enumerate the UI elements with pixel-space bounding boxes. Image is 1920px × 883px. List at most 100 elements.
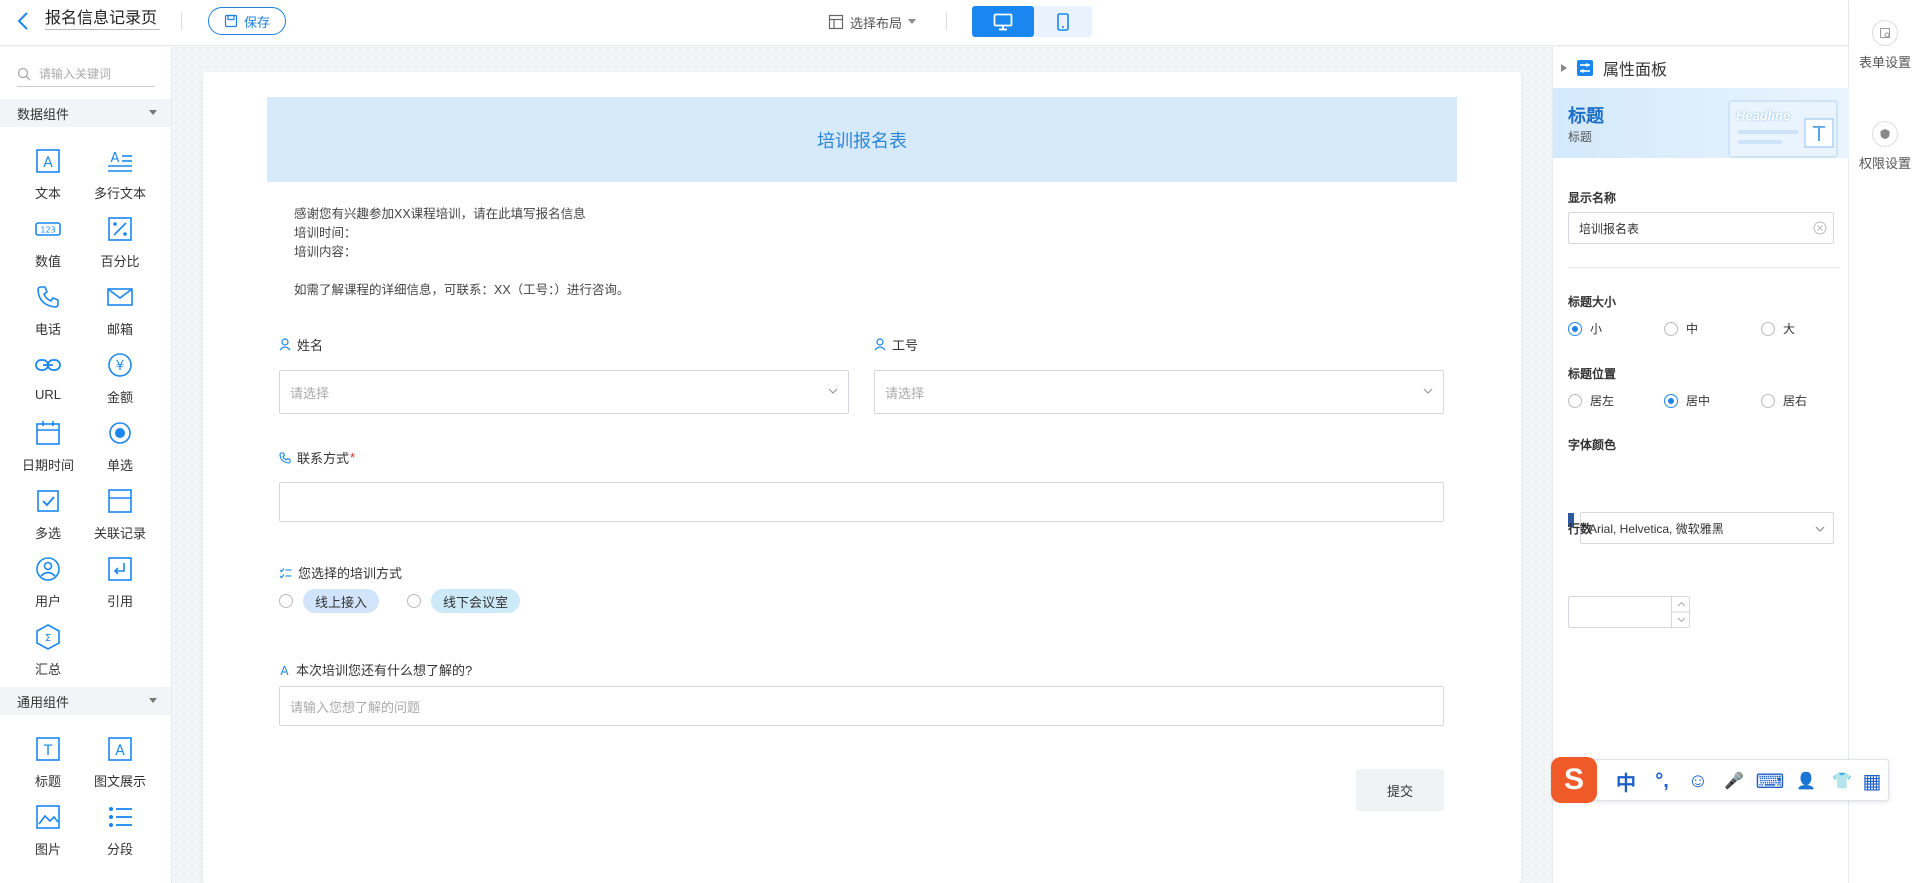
layout-icon (828, 14, 844, 30)
option-label: 大 (1783, 322, 1796, 336)
contact-input[interactable] (279, 482, 1444, 522)
intro-line: 感谢您有兴趣参加XX课程培训，请在此填写报名信息 (294, 207, 586, 221)
text-icon: A (280, 664, 289, 676)
question-field-label: A 本次培训您还有什么想了解的? (279, 660, 472, 679)
component-summary[interactable]: Σ 汇总 (12, 624, 84, 678)
required-marker: * (350, 450, 356, 465)
component-datetime[interactable]: 日期时间 (12, 420, 84, 474)
ime-keyboard-icon[interactable]: ⌨ (1756, 769, 1785, 793)
component-amount[interactable]: ¥ 金额 (84, 352, 156, 406)
title-size-medium[interactable]: 中 (1664, 320, 1698, 337)
svg-text:123: 123 (40, 226, 55, 235)
collapse-caret-icon (149, 698, 157, 703)
ime-label: 🎤 (1724, 773, 1744, 790)
back-arrow-icon[interactable] (16, 10, 30, 32)
component-user[interactable]: 用户 (12, 556, 84, 610)
radio-circle (1568, 321, 1582, 336)
component-title[interactable]: T 标题 (12, 736, 84, 790)
form-settings-button[interactable]: 表单设置 (1849, 20, 1920, 71)
component-email[interactable]: 邮箱 (84, 284, 156, 338)
palette-search[interactable]: 请输入关键词 (17, 61, 155, 87)
page-name-input[interactable]: 报名信息记录页 (45, 8, 160, 30)
desktop-view-button[interactable] (972, 6, 1034, 37)
component-label: 多选 (34, 526, 61, 541)
radio-circle (1568, 393, 1582, 408)
component-percent[interactable]: 百分比 (84, 216, 156, 270)
component-section[interactable]: 分段 (84, 804, 156, 858)
training-option-online[interactable]: 线上接入 (279, 589, 380, 613)
ime-label: 👕 (1832, 773, 1852, 790)
component-image[interactable]: 图片 (12, 804, 84, 858)
user-icon (874, 338, 886, 351)
form-intro-text[interactable]: 感谢您有兴趣参加XX课程培训，请在此填写报名信息 培训时间： 培训内容： 如需了… (294, 205, 629, 300)
label-text: 姓名 (297, 338, 324, 353)
svg-text:A: A (111, 151, 120, 166)
ime-user-icon[interactable]: 👤 (1793, 769, 1819, 793)
submit-label: 提交 (1386, 783, 1413, 799)
data-components-header[interactable]: 数据组件 (0, 99, 171, 127)
calendar-icon (36, 421, 60, 445)
component-multiline-text[interactable]: A 多行文本 (84, 148, 156, 202)
number-spinner[interactable] (1671, 597, 1691, 627)
component-text[interactable]: A 文本 (12, 148, 84, 202)
display-name-label: 显示名称 (1568, 191, 1617, 205)
radio-circle (407, 594, 421, 608)
property-panel-header[interactable]: 属性面板 (1561, 56, 1667, 80)
linked-record-icon (108, 489, 132, 513)
save-button[interactable]: 保存 (208, 7, 286, 35)
title-size-small[interactable]: 小 (1568, 320, 1602, 337)
component-number[interactable]: 123 数值 (12, 216, 84, 270)
title-position-left[interactable]: 居左 (1568, 392, 1614, 409)
id-select[interactable]: 请选择 (874, 370, 1444, 414)
component-reference[interactable]: 引用 (84, 556, 156, 610)
display-name-input[interactable]: 培训报名表 (1568, 212, 1834, 244)
name-select[interactable]: 请选择 (279, 370, 849, 414)
question-input[interactable]: 请输入您想了解的问题 (279, 686, 1444, 726)
submit-button[interactable]: 提交 (1356, 769, 1444, 811)
user-icon (279, 338, 291, 351)
form-title-block[interactable]: 培训报名表 (267, 97, 1457, 182)
radio-circle (1761, 393, 1775, 408)
title-size-large[interactable]: 大 (1761, 320, 1795, 337)
font-family-select[interactable]: Arial, Helvetica, 微软雅黑 (1580, 512, 1834, 544)
component-phone[interactable]: 电话 (12, 284, 84, 338)
title-position-center[interactable]: 居中 (1664, 392, 1710, 409)
phone-icon (279, 451, 291, 464)
ime-toolbox-icon[interactable]: ▦ (1859, 769, 1885, 793)
title-position-right[interactable]: 居右 (1761, 392, 1807, 409)
permission-settings-button[interactable]: 权限设置 (1849, 121, 1920, 172)
clear-icon[interactable] (1813, 221, 1827, 235)
svg-text:¥: ¥ (116, 359, 124, 374)
option-label: 居中 (1686, 394, 1711, 408)
component-multi-select[interactable]: 多选 (12, 488, 84, 542)
component-type-subtitle: 标题 (1568, 130, 1593, 144)
mobile-view-button[interactable] (1034, 6, 1092, 37)
radio-icon (109, 422, 131, 444)
general-components-header[interactable]: 通用组件 (0, 687, 171, 715)
sogou-logo-icon[interactable]: S (1551, 757, 1597, 803)
ime-label: 👤 (1796, 773, 1816, 790)
training-option-offline[interactable]: 线下会议室 (407, 589, 521, 613)
illustration-line (1738, 140, 1782, 144)
component-label: 电话 (34, 322, 61, 337)
ime-voice-icon[interactable]: 🎤 (1721, 769, 1747, 793)
layout-select[interactable]: 选择布局 (828, 10, 917, 34)
component-linked-record[interactable]: 关联记录 (84, 488, 156, 542)
rows-number-input[interactable] (1568, 596, 1691, 628)
component-label: 图文展示 (93, 774, 146, 789)
component-label: 图片 (34, 842, 61, 857)
ime-chinese-toggle[interactable]: 中 (1613, 769, 1639, 795)
percent-icon (108, 217, 132, 241)
component-rich-display[interactable]: A 图文展示 (84, 736, 156, 790)
component-url[interactable]: URL (12, 352, 84, 402)
svg-text:Σ: Σ (45, 633, 51, 644)
svg-text:T: T (1812, 122, 1826, 146)
component-single-select[interactable]: 单选 (84, 420, 156, 474)
component-label: 邮箱 (106, 322, 133, 337)
ime-skin-icon[interactable]: 👕 (1829, 769, 1855, 793)
ime-emoji-icon[interactable]: ☺ (1685, 769, 1711, 793)
svg-text:T: T (43, 743, 53, 759)
ime-punctuation-icon[interactable]: °, (1649, 769, 1675, 793)
checklist-icon (279, 567, 292, 578)
title-t-icon: T (1804, 118, 1834, 148)
